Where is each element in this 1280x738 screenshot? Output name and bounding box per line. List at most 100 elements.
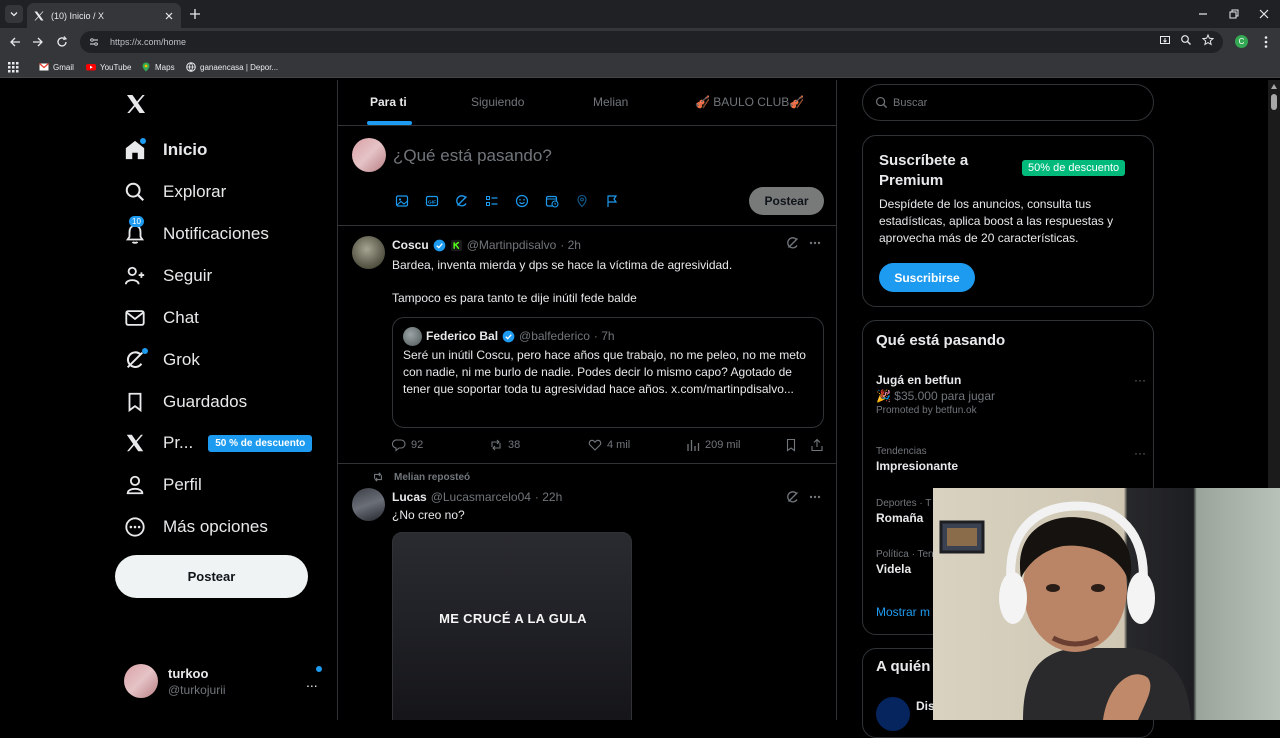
new-tab-icon[interactable] xyxy=(188,7,202,21)
share-icon[interactable] xyxy=(810,438,824,452)
search-input[interactable]: Buscar xyxy=(862,84,1154,121)
restore-icon[interactable] xyxy=(1227,7,1241,21)
flag-icon[interactable] xyxy=(605,194,619,208)
bookmark-maps[interactable]: Maps xyxy=(141,60,175,74)
affiliate-badge-icon xyxy=(450,239,462,251)
nav-item-guardados[interactable]: Guardados xyxy=(124,388,247,416)
tweet[interactable]: Melian reposteó Lucas @Lucasmarcelo04 · … xyxy=(338,464,836,720)
like-button[interactable]: 4 mil xyxy=(588,438,630,452)
more-circle-icon xyxy=(124,516,146,538)
author-name[interactable]: Coscu xyxy=(392,238,429,252)
x-logo-icon[interactable] xyxy=(124,92,148,116)
video-caption: ME CRUCÉ A LA GULA xyxy=(439,611,587,626)
nav-item-seguir[interactable]: Seguir xyxy=(124,262,212,290)
bell-icon: 10 xyxy=(124,216,146,245)
reply-button[interactable]: 92 xyxy=(392,438,423,452)
install-app-icon[interactable] xyxy=(1159,34,1171,46)
repost-button[interactable]: 38 xyxy=(489,438,520,452)
star-icon[interactable] xyxy=(1202,34,1214,46)
window-close-icon[interactable] xyxy=(1257,7,1271,21)
author-handle[interactable]: @Martinpdisalvo xyxy=(467,238,557,252)
reload-icon[interactable] xyxy=(55,35,69,49)
browser-menu-icon[interactable] xyxy=(1260,35,1272,49)
poll-icon[interactable] xyxy=(485,194,499,208)
back-icon[interactable] xyxy=(8,35,22,49)
site-info-icon[interactable] xyxy=(88,36,100,48)
nav-item-mas-opciones[interactable]: Más opciones xyxy=(124,513,268,541)
like-count: 4 mil xyxy=(607,439,631,451)
compose-post-button[interactable]: Postear xyxy=(749,187,824,215)
apps-grid-icon[interactable] xyxy=(7,61,19,73)
scroll-up-arrow-icon[interactable] xyxy=(1271,84,1277,89)
timestamp[interactable]: · 2h xyxy=(560,238,581,252)
author-handle[interactable]: @Lucasmarcelo04 xyxy=(431,490,531,504)
compose-input[interactable]: ¿Qué está pasando? xyxy=(393,146,552,166)
nav-item-premium[interactable]: Pr... 50 % de descuento xyxy=(124,429,313,457)
repost-icon xyxy=(491,439,501,451)
close-icon[interactable] xyxy=(163,10,175,22)
more-dots-icon[interactable]: ··· xyxy=(1134,446,1146,460)
webcam-person-image xyxy=(939,501,1191,720)
emoji-icon[interactable] xyxy=(515,194,529,208)
tab-melian[interactable]: Melian xyxy=(593,95,628,109)
avatar[interactable] xyxy=(352,488,385,521)
grok-icon[interactable] xyxy=(455,194,469,208)
reply-count: 92 xyxy=(411,439,424,451)
repost-label-text[interactable]: Melian reposteó xyxy=(394,472,470,483)
forward-icon[interactable] xyxy=(31,35,45,49)
bookmark-youtube[interactable]: YouTube xyxy=(86,60,131,74)
nav-item-inicio[interactable]: Inicio xyxy=(124,136,207,164)
avatar[interactable] xyxy=(876,697,910,731)
bookmark-icon[interactable] xyxy=(784,438,798,452)
avatar[interactable] xyxy=(352,236,385,269)
minimize-icon[interactable] xyxy=(1196,7,1210,21)
gif-icon[interactable]: GIF xyxy=(425,194,439,208)
location-icon[interactable] xyxy=(575,194,589,208)
account-switcher[interactable]: turkoo @turkojurii ... xyxy=(124,664,324,700)
nav-label: Perfil xyxy=(163,475,202,494)
video-thumbnail[interactable]: ME CRUCÉ A LA GULA xyxy=(392,532,632,720)
user-handle: @turkojurii xyxy=(168,683,226,697)
tweet-actions: 92 38 4 mil 209 mil xyxy=(392,438,824,454)
views-chart-icon xyxy=(687,440,700,451)
profile-avatar[interactable]: C xyxy=(1235,35,1248,48)
trend-item[interactable]: Tendencias Impresionante ··· xyxy=(876,446,1146,473)
trend-item[interactable]: Jugá en betfun 🎉 $35.000 para jugar Prom… xyxy=(876,373,1146,416)
address-bar[interactable]: https://x.com/home xyxy=(80,31,1223,53)
grok-icon[interactable] xyxy=(786,236,800,250)
image-icon[interactable] xyxy=(395,194,409,208)
nav-item-perfil[interactable]: Perfil xyxy=(124,471,202,499)
nav-item-chat[interactable]: Chat xyxy=(124,304,199,332)
suggested-account-name[interactable]: Dis xyxy=(916,699,935,713)
tab-search-button[interactable] xyxy=(5,5,23,23)
bookmark-label: Maps xyxy=(155,62,175,72)
author-name[interactable]: Lucas xyxy=(392,490,427,504)
more-dots-icon[interactable] xyxy=(808,236,822,250)
show-more-link[interactable]: Mostrar m xyxy=(876,605,930,619)
bookmark-label: Gmail xyxy=(53,62,74,72)
nav-item-notificaciones[interactable]: 10 Notificaciones xyxy=(124,216,269,248)
bookmark-label: YouTube xyxy=(100,62,132,72)
tweet[interactable]: Coscu @Martinpdisalvo · 2h Bardea, inven… xyxy=(338,226,836,464)
tab-baulo-club[interactable]: 🎻 BAULO CLUB🎻 xyxy=(695,95,804,109)
subscribe-button[interactable]: Suscribirse xyxy=(879,263,975,292)
author-handle: @balfederico xyxy=(519,329,590,343)
views-button[interactable]: 209 mil xyxy=(686,438,740,452)
post-button[interactable]: Postear xyxy=(115,555,308,598)
quoted-tweet[interactable]: Federico Bal @balfederico · 7h Seré un i… xyxy=(392,317,824,428)
timestamp[interactable]: · 22h xyxy=(535,490,562,504)
tab-para-ti[interactable]: Para ti xyxy=(370,95,407,109)
nav-item-explorar[interactable]: Explorar xyxy=(124,178,226,206)
more-dots-icon[interactable]: ... xyxy=(306,674,318,690)
scroll-thumb[interactable] xyxy=(1271,94,1277,110)
more-dots-icon[interactable]: ··· xyxy=(1134,373,1146,387)
nav-item-grok[interactable]: Grok xyxy=(124,346,200,374)
bookmark-ganaencasa[interactable]: ganaencasa | Depor... xyxy=(186,60,278,74)
zoom-icon[interactable] xyxy=(1180,34,1192,46)
bookmark-gmail[interactable]: Gmail xyxy=(39,60,74,74)
more-dots-icon[interactable] xyxy=(808,490,822,504)
tab-siguiendo[interactable]: Siguiendo xyxy=(471,95,524,109)
browser-tab[interactable]: (10) Inicio / X xyxy=(27,3,181,28)
schedule-icon[interactable] xyxy=(545,194,559,208)
grok-icon[interactable] xyxy=(786,490,800,504)
